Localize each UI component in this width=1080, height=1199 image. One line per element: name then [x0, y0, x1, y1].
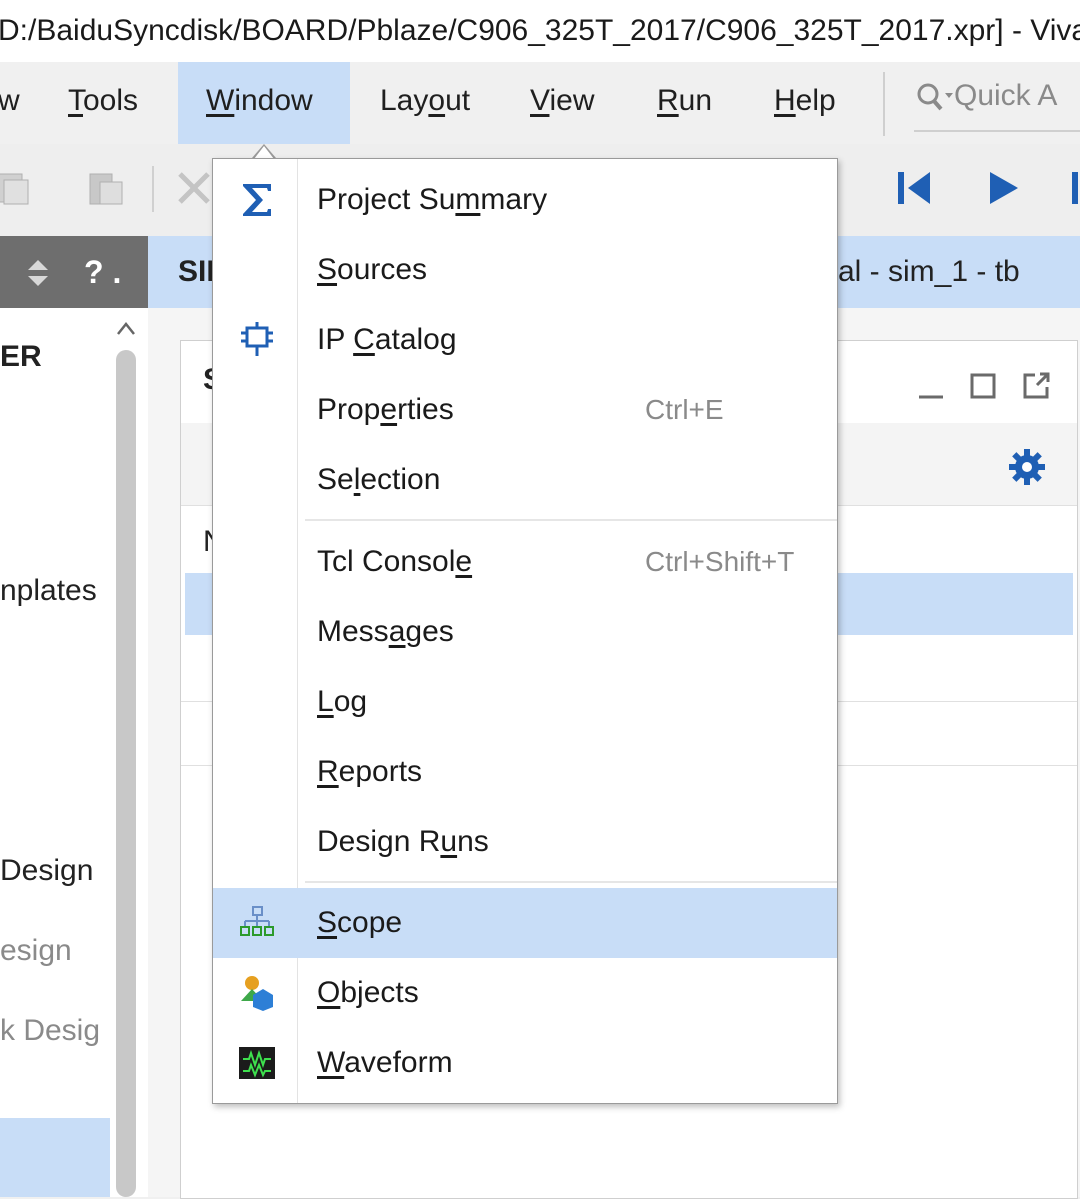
menu-run[interactable]: Run	[657, 62, 712, 144]
menu-separator	[883, 72, 885, 136]
ip-chip-icon	[241, 322, 273, 356]
menu-item-project-summary[interactable]: Project Summary	[213, 165, 837, 235]
sigma-icon	[243, 184, 271, 216]
menu-item-design-runs[interactable]: Design Runs	[213, 807, 837, 877]
menu-flow[interactable]: w	[0, 62, 20, 144]
nav-section-text: ER	[0, 340, 42, 373]
search-icon	[917, 83, 953, 111]
menu-item-messages[interactable]: Messages	[213, 597, 837, 667]
menu-item-log[interactable]: Log	[213, 667, 837, 737]
nav-item-design[interactable]: Design	[0, 854, 93, 888]
menu-item-sources[interactable]: Sources	[213, 235, 837, 305]
waveform-icon	[239, 1047, 275, 1079]
copy-icon[interactable]	[0, 168, 32, 208]
paste-icon[interactable]	[86, 168, 126, 208]
menu-view[interactable]: View	[530, 62, 594, 144]
nav-selected-item[interactable]	[0, 1118, 110, 1197]
flow-navigator-header: ? .	[0, 236, 148, 308]
quick-access-search[interactable]: Quick A	[914, 70, 1080, 132]
menu-item-waveform[interactable]: Waveform	[213, 1028, 837, 1098]
menu-window[interactable]: Window	[178, 62, 350, 144]
nav-item-templates[interactable]: nplates	[0, 574, 97, 608]
menu-item-properties[interactable]: Properties Ctrl+E	[213, 375, 837, 445]
delete-icon[interactable]	[174, 168, 214, 208]
menu-layout[interactable]: Layout	[380, 62, 470, 144]
minimize-icon[interactable]	[917, 371, 945, 401]
window-title-bar: D:/BaiduSyncdisk/BOARD/Pblaze/C906_325T_…	[0, 0, 1080, 62]
step-icon[interactable]	[1068, 168, 1080, 208]
nav-item-design-disabled: esign	[0, 934, 72, 967]
scope-hierarchy-icon	[240, 906, 274, 936]
shortcut-tcl-console: Ctrl+Shift+T	[645, 546, 795, 577]
menu-item-reports[interactable]: Reports	[213, 737, 837, 807]
nav-item-block-design: k Desig	[0, 1014, 101, 1047]
window-menu: Project Summary Sources IP Catalog Prope…	[212, 158, 838, 1104]
quick-access-label: Quick A	[954, 79, 1058, 112]
run-icon[interactable]	[984, 168, 1024, 208]
help-icon[interactable]: ? .	[84, 236, 121, 308]
scroll-up-icon[interactable]	[116, 320, 136, 338]
toolbar-separator	[152, 166, 154, 212]
shortcut-properties: Ctrl+E	[645, 394, 724, 425]
gear-icon[interactable]	[1007, 447, 1047, 487]
menu-separator	[305, 519, 837, 521]
menu-item-scope[interactable]: Scope	[213, 888, 837, 958]
float-window-icon[interactable]	[1021, 371, 1051, 401]
menu-item-tcl-console[interactable]: Tcl Console Ctrl+Shift+T	[213, 527, 837, 597]
menu-separator	[305, 881, 837, 883]
nav-scrollbar-thumb[interactable]	[116, 350, 136, 1197]
sim-header-title: al - sim_1 - tb	[838, 255, 1020, 288]
menu-item-objects[interactable]: Objects	[213, 958, 837, 1028]
menu-item-ip-catalog[interactable]: IP Catalog	[213, 305, 837, 375]
menu-item-selection[interactable]: Selection	[213, 445, 837, 515]
objects-icon	[241, 976, 273, 1011]
menu-bar: w Tools Window Layout View Run Help Quic…	[0, 62, 1080, 144]
window-title: D:/BaiduSyncdisk/BOARD/Pblaze/C906_325T_…	[0, 14, 1080, 47]
menu-tools[interactable]: Tools	[68, 62, 138, 144]
restart-icon[interactable]	[894, 168, 934, 208]
maximize-icon[interactable]	[969, 371, 997, 401]
sort-icon[interactable]	[26, 258, 50, 288]
menu-help[interactable]: Help	[774, 62, 836, 144]
sim-header-left: SII	[178, 255, 215, 288]
